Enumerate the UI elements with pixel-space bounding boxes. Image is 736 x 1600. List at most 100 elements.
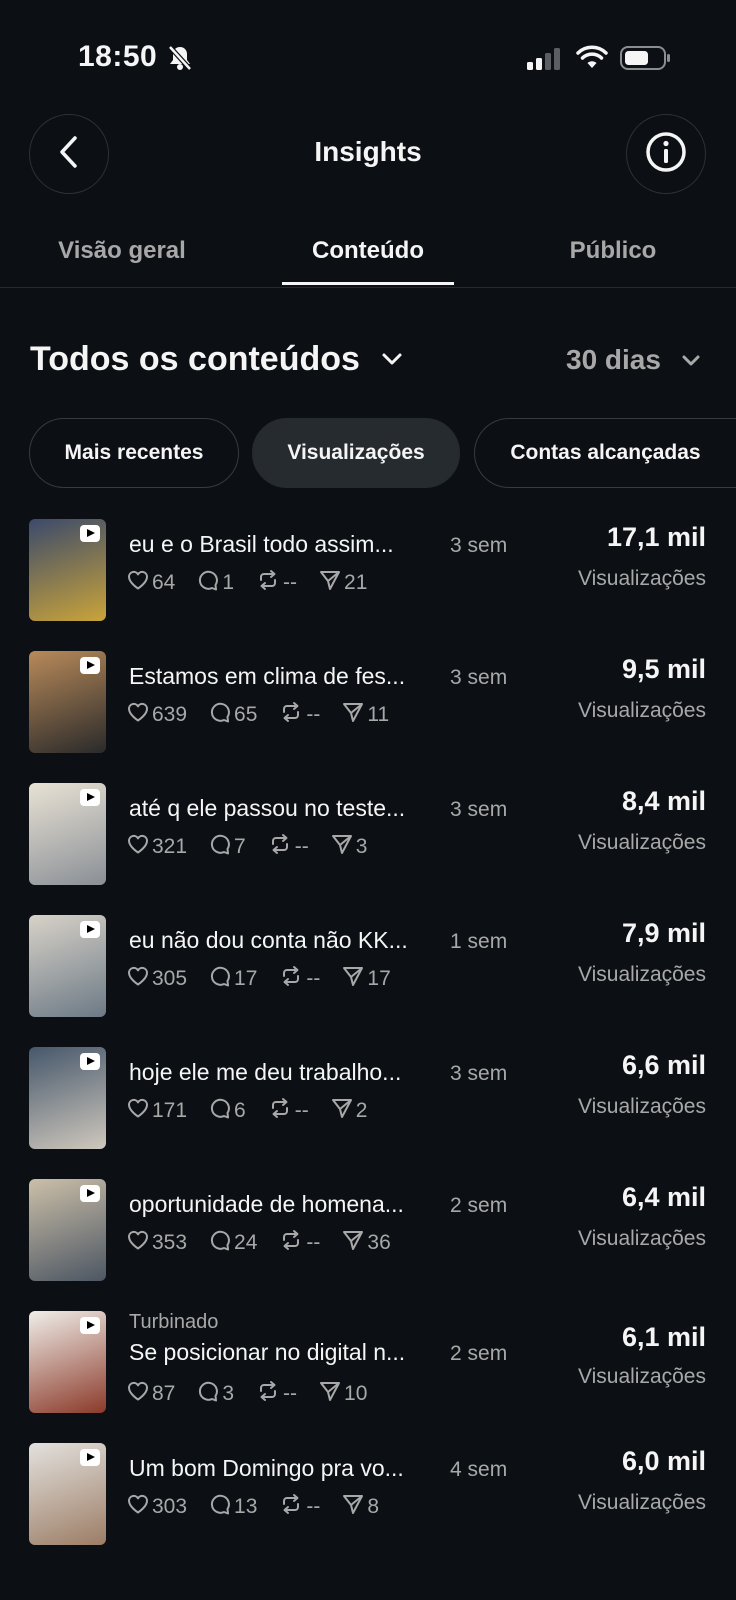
views-label: Visualizações — [577, 699, 706, 722]
comments-stat: 24 — [209, 1229, 257, 1257]
likes-count: 303 — [152, 1495, 188, 1518]
chevron-down-icon[interactable] — [681, 354, 701, 372]
comments-count: 3 — [222, 1382, 235, 1405]
reposts-count: -- — [306, 1495, 321, 1518]
comments-stat: 3 — [197, 1380, 234, 1408]
share-icon — [331, 1097, 356, 1125]
reel-play-icon — [80, 1317, 100, 1334]
post-stats: 321 7 -- 3 — [127, 834, 389, 860]
post-row[interactable]: eu não dou conta não KK... 1 sem 305 17 … — [0, 915, 736, 1035]
likes-count: 353 — [152, 1231, 188, 1254]
battery-icon — [620, 45, 672, 76]
post-row[interactable]: Um bom Domingo pra vo... 4 sem 303 13 --… — [0, 1443, 736, 1563]
repost-icon — [256, 1380, 283, 1408]
share-icon — [319, 1380, 344, 1408]
repost-icon — [256, 569, 283, 597]
post-row[interactable]: oportunidade de homena... 2 sem 353 24 -… — [0, 1179, 736, 1299]
likes-count: 64 — [152, 571, 176, 594]
post-age: 3 sem — [450, 1062, 508, 1085]
post-row[interactable]: Turbinado Se posicionar no digital n... … — [0, 1311, 736, 1431]
likes-count: 87 — [152, 1382, 176, 1405]
chevron-down-icon[interactable] — [381, 352, 403, 371]
info-button[interactable] — [626, 114, 706, 194]
shares-stat: 10 — [319, 1380, 367, 1408]
post-row[interactable]: hoje ele me deu trabalho... 3 sem 171 6 … — [0, 1047, 736, 1167]
repost-icon — [279, 1493, 306, 1521]
tab-visao-geral[interactable]: Visão geral — [40, 237, 204, 265]
tab-publico[interactable]: Público — [540, 237, 686, 265]
views-value: 7,9 mil — [621, 918, 706, 948]
post-caption: até q ele passou no teste... — [129, 795, 406, 821]
reposts-count: -- — [294, 835, 309, 858]
views-value: 17,1 mil — [606, 522, 706, 552]
tab-conteudo[interactable]: Conteúdo — [282, 237, 454, 265]
reel-play-icon — [80, 789, 100, 806]
shares-count: 21 — [344, 571, 368, 594]
post-caption: Se posicionar no digital n... — [129, 1339, 406, 1365]
post-thumbnail[interactable] — [29, 915, 106, 1017]
views-label: Visualizações — [577, 1491, 706, 1514]
period-dropdown[interactable]: 30 dias — [566, 344, 661, 376]
post-age: 1 sem — [450, 930, 508, 953]
share-icon — [319, 569, 344, 597]
repost-icon — [279, 965, 306, 993]
heart-icon — [127, 570, 152, 596]
chip-contas-alcancadas[interactable]: Contas alcançadas — [474, 418, 736, 488]
post-thumbnail[interactable] — [29, 1311, 106, 1413]
post-thumbnail[interactable] — [29, 1443, 106, 1545]
views-label: Visualizações — [577, 1365, 706, 1388]
views-value: 9,5 mil — [621, 654, 706, 684]
post-thumbnail[interactable] — [29, 651, 106, 753]
comment-icon — [209, 833, 234, 861]
post-stats: 303 13 -- 8 — [127, 1494, 401, 1520]
comments-stat: 6 — [209, 1097, 246, 1125]
post-row[interactable]: até q ele passou no teste... 3 sem 321 7… — [0, 783, 736, 903]
wifi-icon — [576, 44, 608, 75]
comment-icon — [209, 1229, 234, 1257]
cellular-signal-icon — [527, 47, 563, 76]
post-stats: 171 6 -- 2 — [127, 1098, 389, 1124]
post-row[interactable]: Estamos em clima de fes... 3 sem 639 65 … — [0, 651, 736, 771]
repost-icon — [279, 701, 306, 729]
post-thumbnail[interactable] — [29, 519, 106, 621]
reposts-stat: -- — [279, 965, 320, 993]
post-row[interactable]: eu e o Brasil todo assim... 3 sem 64 1 -… — [0, 519, 736, 639]
likes-stat: 171 — [127, 1098, 187, 1124]
views-label: Visualizações — [577, 831, 706, 854]
post-stats: 639 65 -- 11 — [127, 702, 411, 728]
shares-count: 3 — [355, 835, 368, 858]
post-stats: 87 3 -- 10 — [127, 1381, 389, 1407]
shares-stat: 3 — [331, 833, 368, 861]
comment-icon — [209, 1493, 234, 1521]
reposts-count: -- — [283, 1382, 298, 1405]
views-label: Visualizações — [577, 963, 706, 986]
comments-stat: 65 — [209, 701, 257, 729]
repost-icon — [279, 1229, 306, 1257]
comments-count: 13 — [234, 1495, 258, 1518]
post-thumbnail[interactable] — [29, 1179, 106, 1281]
active-tab-indicator — [282, 282, 454, 285]
likes-count: 305 — [152, 967, 188, 990]
shares-stat: 36 — [342, 1229, 391, 1257]
likes-stat: 303 — [127, 1494, 187, 1520]
views-label: Visualizações — [577, 1095, 706, 1118]
chip-mais-recentes[interactable]: Mais recentes — [29, 418, 239, 488]
reposts-count: -- — [283, 571, 298, 594]
share-icon — [342, 701, 367, 729]
views-label: Visualizações — [577, 1227, 706, 1250]
comments-stat: 13 — [209, 1493, 257, 1521]
comment-icon — [197, 1380, 222, 1408]
reposts-count: -- — [294, 1099, 309, 1122]
post-thumbnail[interactable] — [29, 783, 106, 885]
post-thumbnail[interactable] — [29, 1047, 106, 1149]
reel-play-icon — [80, 657, 100, 674]
heart-icon — [127, 1230, 152, 1256]
chip-visualizacoes[interactable]: Visualizações — [252, 418, 460, 488]
info-icon — [645, 131, 687, 178]
post-age: 4 sem — [450, 1458, 508, 1481]
content-filter-dropdown[interactable]: Todos os conteúdos — [30, 340, 360, 379]
status-bar: 18:50 — [0, 0, 736, 110]
comments-count: 65 — [234, 703, 258, 726]
tab-bar: Visão geral Conteúdo Público — [0, 225, 736, 288]
reposts-stat: -- — [256, 569, 297, 597]
